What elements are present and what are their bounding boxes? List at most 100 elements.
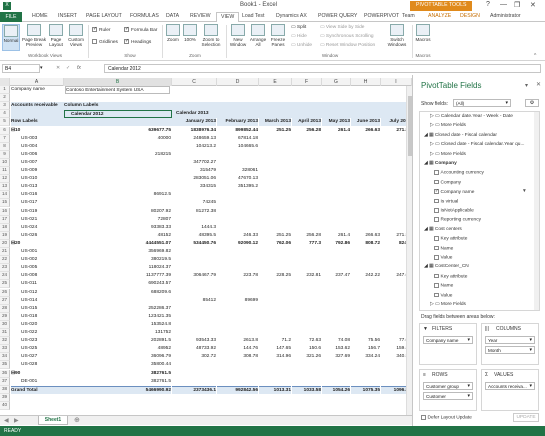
field-item[interactable]: Company [434,179,461,185]
restore-button[interactable]: ❐ [514,1,520,9]
zoom-100-button[interactable]: 100% [182,24,198,51]
customer-label[interactable]: DE-001 [11,378,64,386]
headings-checkbox[interactable]: Headings [124,39,151,45]
reset-window-position-button[interactable]: ▭ Reset Window Position [320,43,375,48]
filter-item-company-name[interactable]: Company name [423,336,473,344]
customer-label[interactable]: US-010 [11,175,64,183]
column-header-c[interactable]: C [172,78,217,86]
month-header[interactable]: May 2013 [322,118,350,127]
tab-formulas[interactable]: FORMULAS [130,13,159,19]
new-sheet-icon[interactable]: ⊕ [74,416,80,424]
field-checkbox[interactable] [434,217,439,222]
column-header-h[interactable]: H [351,78,381,86]
field-checkbox[interactable] [434,179,439,185]
synchronous-scrolling-button[interactable]: ▭ Synchronous Scrolling [320,34,374,39]
customer-label[interactable]: US-003 [11,135,64,143]
view-side-by-side-button[interactable]: ▭ View Side by Side [320,25,364,30]
column-labels-header[interactable]: Column Labels [64,102,407,111]
column-header-i[interactable]: I [381,78,412,86]
calendar-2012-header[interactable]: Calendar 2012 [64,110,172,119]
help-icon[interactable]: ? [486,1,490,8]
field-checkbox[interactable] [434,273,439,279]
custom-views-button[interactable]: Custom Views [66,24,86,51]
column-item-year[interactable]: Year [485,336,535,344]
month-header[interactable]: March 2013 [259,118,291,127]
group-row-label[interactable]: ⊟10 [11,127,64,135]
split-button[interactable]: ▭ Split [291,25,306,30]
calendar-2013-header[interactable]: Calendar 2013 [172,110,407,119]
arrange-all-button[interactable]: Arrange All [249,24,267,51]
customer-label[interactable]: US-007 [11,159,64,167]
customer-label[interactable]: US-015 [11,305,64,313]
field-checkbox[interactable] [434,245,439,251]
unhide-button[interactable]: ▭ Unhide [291,43,312,48]
collapse-ribbon-icon[interactable]: ^ [534,53,536,59]
name-box[interactable]: B4 [2,64,40,73]
customer-label[interactable]: US-013 [11,183,64,191]
filters-area[interactable]: ▼ FILTERS Company name [419,323,477,365]
normal-view-button[interactable]: Normal [2,24,20,51]
gridlines-checkbox[interactable]: Gridlines [92,39,118,45]
tab-power-query[interactable]: POWER QUERY [318,13,357,19]
field-item[interactable]: Company name ▼ [434,189,527,195]
zoom-to-selection-button[interactable]: Zoom to Selection [199,24,223,51]
update-button[interactable]: UPDATE [513,413,539,422]
show-fields-select[interactable]: (All) [453,99,511,107]
group-row-label[interactable]: ⊟90 [11,370,64,378]
tab-review[interactable]: REVIEW [190,13,210,19]
field-item[interactable]: Value [434,292,452,298]
macros-button[interactable]: Macros [414,24,432,51]
insert-function-icon[interactable]: fx [77,65,81,71]
hide-button[interactable]: ▭ Hide [291,34,307,39]
field-table[interactable]: ◢ ▦ CostCenter_CN [424,264,469,269]
field-list[interactable]: ▷ ▭ Calendar date.Year - Week - Date ▷ ▭ … [419,111,540,311]
tab-load-test[interactable]: Load Test [242,13,264,19]
field-item[interactable]: Value [434,255,452,261]
field-checkbox[interactable] [434,198,439,204]
column-header-d[interactable]: D [217,78,259,86]
customer-label[interactable]: US-018 [11,313,64,321]
field-item[interactable]: Key attribute [434,273,467,279]
tab-view[interactable]: VIEW [216,12,240,22]
tab-home[interactable]: HOME [32,13,48,19]
customer-label[interactable]: US-004 [11,143,64,151]
customer-label[interactable]: US-027 [11,353,64,361]
new-window-button[interactable]: New Window [228,24,248,51]
customer-label[interactable]: US-023 [11,337,64,345]
customer-label[interactable]: US-021 [11,216,64,224]
defer-layout-checkbox[interactable]: Defer Layout Update [421,415,472,421]
month-header[interactable]: January 2013 [172,118,216,127]
group-row-label[interactable]: ⊟20 [11,240,64,248]
month-header[interactable]: June 2013 [351,118,380,127]
column-header-e[interactable]: E [259,78,292,86]
row-item-customer[interactable]: Customer [423,392,473,400]
field-item[interactable]: Reporting currency [434,217,481,223]
field-checkbox[interactable] [434,170,439,175]
customer-label[interactable]: US-008 [11,272,64,280]
sheet-tab-sheet1[interactable]: Sheet1 [38,416,68,425]
field-item[interactable]: Name [434,283,453,289]
field-checkbox[interactable] [434,292,439,298]
customer-label[interactable]: US-005 [11,264,64,272]
tab-insert[interactable]: INSERT [58,13,77,19]
customer-label[interactable]: US-019 [11,208,64,216]
customer-label[interactable]: US-001 [11,248,64,256]
field-item[interactable]: Key attribute [434,236,467,242]
name-box-dropdown-icon[interactable]: ▾ [40,65,43,71]
more-fields-folder[interactable]: ▷ ▭ More Fields [430,302,466,307]
user-name[interactable]: Administrator [490,13,521,19]
field-item[interactable]: ▷ ▭ Closed date - Fiscal calendar.Year q… [430,142,524,147]
company-filter-value[interactable]: Contoso Entertainment System USA [65,86,170,95]
tab-dynamics-ax[interactable]: Dynamics AX [276,13,307,19]
zoom-button[interactable]: Zoom [165,24,181,51]
customer-label[interactable]: US-014 [11,297,64,305]
cancel-icon[interactable]: ✕ [56,65,60,71]
field-item[interactable]: Name [434,245,453,251]
tab-analyze[interactable]: ANALYZE [428,13,451,19]
formula-bar-checkbox[interactable]: Formula Bar [124,27,157,33]
formula-input[interactable]: Calendar 2012 [104,64,541,73]
more-fields-folder[interactable]: ▷ ▭ More Fields [430,123,466,128]
field-checkbox[interactable] [434,283,439,288]
customer-label[interactable]: US-026 [11,232,64,240]
freeze-panes-button[interactable]: Freeze Panes [268,24,288,51]
